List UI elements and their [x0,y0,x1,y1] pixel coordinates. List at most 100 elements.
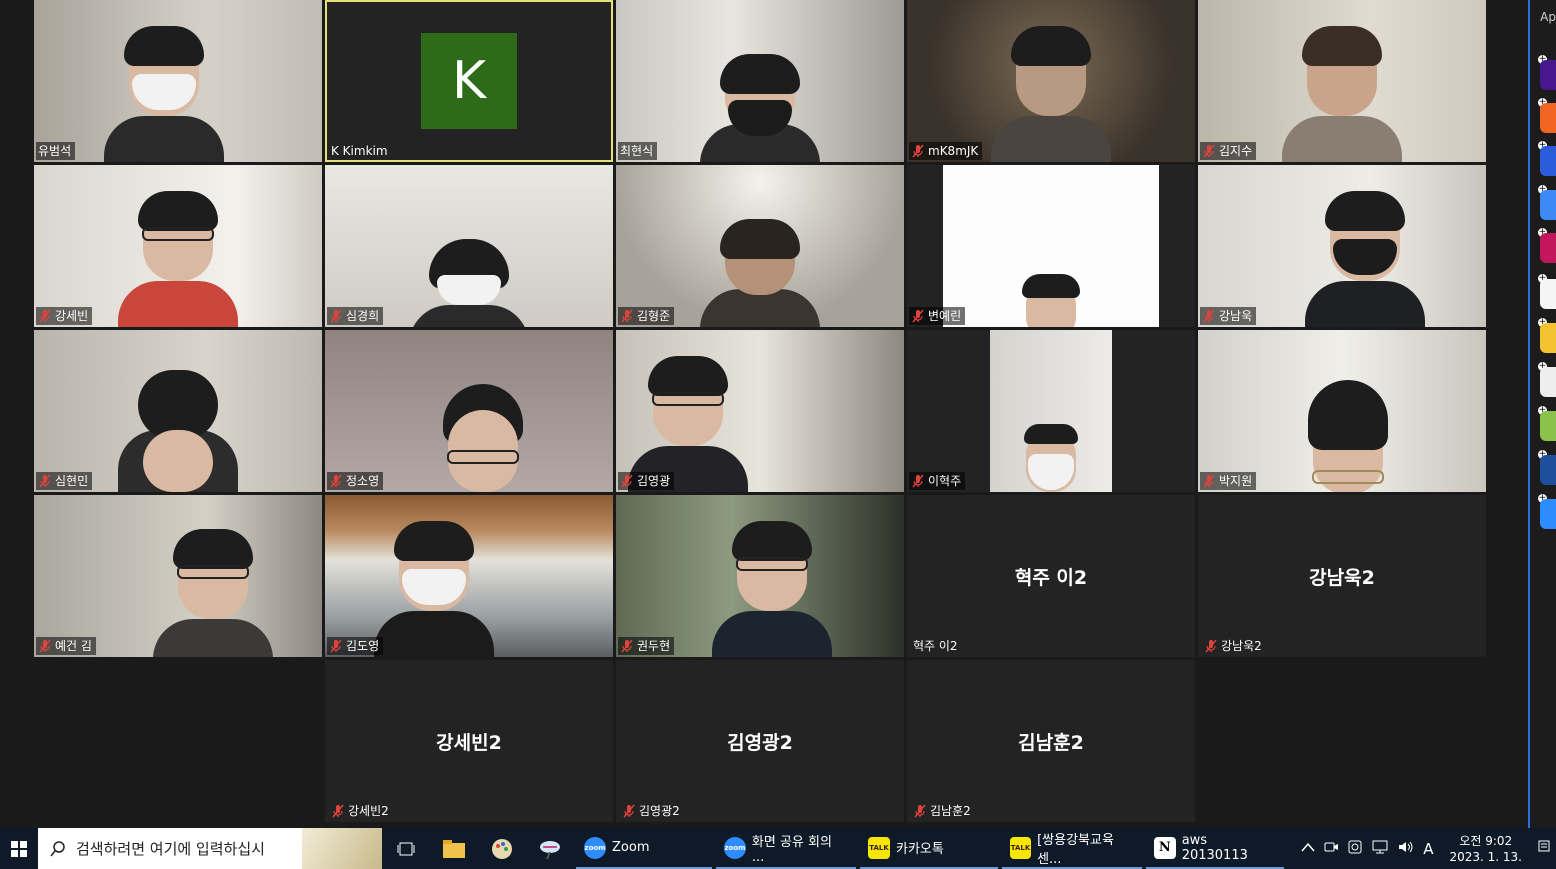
volume-icon[interactable] [1397,839,1415,859]
participant-name-tag: 변예린 [909,307,966,325]
file-explorer-button[interactable] [430,828,478,869]
app-icon[interactable] [1540,190,1556,220]
kahoot-app-icon[interactable] [1540,60,1556,90]
participant-name: 강세빈2 [348,804,389,818]
participant-name-tag: 강세빈2 [329,802,393,820]
participant-display-name: 강세빈2 [436,732,502,754]
apps-side-panel[interactable]: Ap + + + + + + + + + + + [1528,0,1556,828]
search-placeholder: 검색하려면 여기에 입력하십시 [76,840,265,858]
participant-tile[interactable]: 김도영 [325,495,613,657]
participant-name-tag: 김영광 [618,472,675,490]
app-icon[interactable] [1540,411,1556,441]
snipping-tool-button[interactable] [526,828,574,869]
participant-tile[interactable]: 정소영 [325,330,613,492]
taskbar-app-kakaotalk[interactable]: TALK 카카오톡 [860,828,998,869]
participant-tile[interactable]: 강세빈 [34,165,322,327]
participant-video [711,521,832,657]
participant-tile-video-off[interactable]: 강남욱2 강남욱2 [1198,495,1486,657]
participant-tile-video-off[interactable]: 혁주 이2 혁주 이2 [907,495,1195,657]
participant-tile[interactable]: 김형준 [616,165,904,327]
zoom-icon: zoom [724,836,746,859]
participant-name: 이혁주 [928,474,962,488]
participant-name: 김남훈2 [930,804,971,818]
participant-tile[interactable]: 최현식 [616,0,904,162]
notion-icon: N [1154,836,1176,859]
app-icon[interactable] [1540,279,1556,309]
participant-tile[interactable]: 이혁주 [907,330,1195,492]
taskbar: 검색하려면 여기에 입력하십시 zoom Zoom zoom 화면 공유 회의 … [0,828,1556,869]
participant-tile-video-off[interactable]: 김남훈2 김남훈2 [907,660,1195,822]
participant-name: 강남욱2 [1221,639,1262,653]
update-icon[interactable] [1347,839,1363,859]
participant-name-tag: 김도영 [327,637,384,655]
taskbar-app-label: [쌍용강북교육센... [1037,832,1114,867]
participant-tile[interactable]: 심경희 [325,165,613,327]
taskbar-clock[interactable]: 오전 9:02 2023. 1. 13. [1449,833,1522,865]
app-icon[interactable] [1540,103,1556,133]
participant-tile[interactable]: 유범석 [34,0,322,162]
participant-video [991,26,1111,162]
participant-name: 김형준 [637,309,671,323]
paint-app-button[interactable] [478,828,526,869]
participant-video [1016,424,1086,492]
participant-tile[interactable]: 예건 김 [34,495,322,657]
mic-muted-icon [912,474,924,488]
participant-name: 최현식 [620,144,654,158]
participant-tile-video-off[interactable]: 강세빈2 강세빈2 [325,660,613,822]
participant-name: 강세빈 [55,309,89,323]
participant-tile-active-speaker[interactable]: K K Kimkim [325,0,613,162]
participant-name-tag: 이혁주 [909,472,966,490]
app-icon[interactable] [1540,455,1556,485]
start-button[interactable] [0,828,38,869]
ime-indicator[interactable]: A [1423,840,1433,858]
participant-tile[interactable]: 변예린 [907,165,1195,327]
mic-muted-icon [39,309,51,323]
taskbar-app-label: 화면 공유 회의 ... [751,834,832,865]
participant-name-tag: 박지원 [1200,472,1257,490]
participant-tile[interactable]: 권두현 [616,495,904,657]
taskbar-app-notion[interactable]: N aws 20130113 [1146,828,1284,869]
participant-name: 심현민 [55,474,89,488]
app-icon[interactable] [1540,323,1556,353]
chevron-up-icon[interactable] [1301,841,1315,856]
participant-name-tag: 심현민 [36,472,93,490]
app-icon[interactable] [1540,146,1556,176]
taskbar-search-box[interactable]: 검색하려면 여기에 입력하십시 [38,828,382,869]
zoom-icon: zoom [584,836,606,859]
participant-tile[interactable]: 강남욱 [1198,165,1486,327]
participant-video [118,191,238,327]
participant-video [152,529,273,657]
windows-icon [11,840,27,857]
taskbar-app-zoom-screen-share[interactable]: zoom 화면 공유 회의 ... [716,828,856,869]
taskbar-app-zoom[interactable]: zoom Zoom [576,828,712,869]
participant-video [1282,26,1402,162]
app-icon[interactable] [1540,233,1556,263]
participant-tile[interactable]: 김지수 [1198,0,1486,162]
taskbar-app-kakaotalk-chat[interactable]: TALK [쌍용강북교육센... [1002,828,1142,869]
taskbar-app-label: aws 20130113 [1181,832,1248,863]
task-view-button[interactable] [382,828,430,869]
taskbar-app-label: Zoom [612,840,650,855]
participant-name: 김지수 [1219,144,1253,158]
participant-tile[interactable]: 심현민 [34,330,322,492]
search-highlight-image [302,828,382,869]
clock-time: 오전 9:02 [1459,833,1513,848]
participant-video [1305,191,1426,327]
mic-muted-icon [330,309,342,323]
participant-tile-video-off[interactable]: 김영광2 김영광2 [616,660,904,822]
palette-icon [492,838,512,859]
participant-tile[interactable]: mK8mJK [907,0,1195,162]
app-icon[interactable] [1540,499,1556,529]
participant-name-tag: 유범석 [36,142,76,160]
clock-date: 2023. 1. 13. [1449,849,1522,864]
network-icon[interactable] [1371,839,1389,859]
participant-name-tag: 김형준 [618,307,675,325]
app-icon[interactable] [1540,367,1556,397]
meet-now-icon[interactable] [1323,839,1339,859]
apps-panel-label: Ap [1540,10,1556,24]
participant-tile[interactable]: 박지원 [1198,330,1486,492]
participant-tile[interactable]: 김영광 [616,330,904,492]
notification-icon[interactable] [1538,840,1550,858]
participant-name: 유범석 [38,144,72,158]
participant-name-tag: 강세빈 [36,307,93,325]
